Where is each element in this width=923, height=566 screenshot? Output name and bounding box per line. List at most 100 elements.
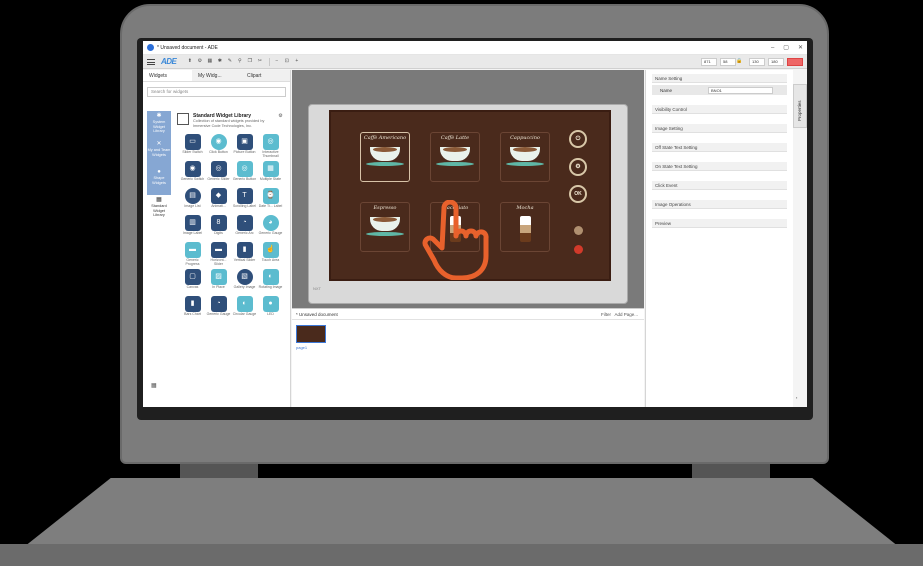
- category-standard[interactable]: ▦ Standard Widget Library: [147, 195, 171, 223]
- coffee-cappuccino[interactable]: Cappuccino: [500, 132, 550, 182]
- y-field[interactable]: 58: [720, 57, 736, 66]
- widget-item[interactable]: ● LED: [258, 296, 283, 320]
- widget-item[interactable]: ▤ Image List: [180, 188, 205, 212]
- maximize-button[interactable]: ▢: [783, 44, 789, 51]
- window-title: * Unsaved document - ADE: [157, 44, 218, 51]
- widget-item[interactable]: ▭ Slider Switch: [180, 134, 205, 158]
- widget-item[interactable]: ◉ Generic Switch: [180, 161, 205, 185]
- settings-icon[interactable]: ⚙: [196, 58, 203, 65]
- widget-item[interactable]: ▣ Picture Button: [232, 134, 257, 158]
- lock-icon[interactable]: 🔒: [736, 58, 743, 65]
- close-button[interactable]: ✕: [798, 44, 803, 51]
- category-system[interactable]: ✱ System Widget Library: [147, 111, 171, 139]
- tab-my-widgets[interactable]: My Widg...: [192, 70, 241, 81]
- widget-label: In Place: [212, 285, 225, 289]
- section-visibility[interactable]: Visibility Control: [652, 105, 787, 114]
- widget-item[interactable]: ◎ Interactive Thumbnail: [258, 134, 283, 158]
- coffee-espresso[interactable]: Espresso: [360, 202, 410, 252]
- bug-icon[interactable]: ✱: [216, 58, 223, 65]
- cup-icon: [440, 147, 470, 161]
- hamburger-menu-icon[interactable]: [147, 58, 155, 65]
- copy-icon[interactable]: ❐: [246, 58, 253, 65]
- widget-item[interactable]: ⌚ Date Ti... Label: [258, 188, 283, 212]
- section-name-setting[interactable]: Name Setting: [652, 74, 787, 83]
- widget-item[interactable]: ◎ Generic Button: [232, 161, 257, 185]
- widget-item[interactable]: T Scrolling Label: [232, 188, 257, 212]
- zoom-in-icon[interactable]: +: [293, 58, 300, 65]
- widget-item[interactable]: ◔ Generic Arc: [232, 215, 257, 239]
- category-shapes[interactable]: ● Shape Widgets: [147, 167, 171, 195]
- section-preview[interactable]: Preview: [652, 219, 787, 228]
- widget-icon: ◆: [210, 188, 227, 204]
- widget-label: Image Label: [182, 231, 203, 235]
- widget-label: Generic Switch: [180, 177, 205, 181]
- tab-clipart[interactable]: Clipart: [241, 70, 290, 81]
- coffee-latte[interactable]: Caffè Latte: [430, 132, 480, 182]
- widget-item[interactable]: ▬ Generic Progress: [180, 242, 205, 266]
- widget-panel: Widgets My Widg... Clipart Search for wi…: [143, 70, 291, 407]
- page-thumbnail[interactable]: [296, 325, 326, 343]
- export-icon[interactable]: ⬆: [186, 58, 193, 65]
- widget-item[interactable]: ◆ Animati...: [206, 188, 231, 212]
- wrench-icon[interactable]: ✎: [226, 58, 233, 65]
- section-off-text[interactable]: Off State Text Setting: [652, 143, 787, 152]
- widget-item[interactable]: ☝ Touch Area: [258, 242, 283, 266]
- panel-grid-icon[interactable]: ▦: [151, 382, 157, 389]
- cut-icon[interactable]: ✂: [256, 58, 263, 65]
- library-icon: ▦: [156, 197, 162, 203]
- width-field[interactable]: 130: [749, 57, 765, 66]
- widget-item[interactable]: ▬ Horizont... Slider: [206, 242, 231, 266]
- widget-icon: ▨: [210, 269, 227, 285]
- widget-item[interactable]: ◕ Generic Gauge: [258, 215, 283, 239]
- widget-item[interactable]: ◐ Circular Gauge: [232, 296, 257, 320]
- section-image-ops[interactable]: Image Operations: [652, 200, 787, 209]
- tab-widgets[interactable]: Widgets: [143, 70, 192, 81]
- widget-item[interactable]: ◎ Generic Slider: [206, 161, 231, 185]
- widget-item[interactable]: ▥ Image Label: [180, 215, 205, 239]
- pin-icon[interactable]: ⚲: [236, 58, 243, 65]
- x-field[interactable]: 871: [701, 57, 717, 66]
- section-click-event[interactable]: Click Event: [652, 181, 787, 190]
- page-label[interactable]: page1: [296, 345, 307, 350]
- widget-icon: ▧: [236, 269, 253, 285]
- color-swatch[interactable]: [787, 57, 803, 66]
- widget-item[interactable]: ◉ Click Button: [206, 134, 231, 158]
- gear-icon[interactable]: ⚙: [569, 158, 587, 176]
- widget-item[interactable]: ▮ Bars Chart: [180, 296, 205, 320]
- coffee-americano[interactable]: Caffè Americano: [360, 132, 410, 182]
- widget-item[interactable]: ▨ In Place: [206, 269, 231, 293]
- name-field[interactable]: BNO1: [708, 86, 774, 94]
- zoom-fit-icon[interactable]: ⊡: [283, 58, 290, 65]
- filter-button[interactable]: Filter: [601, 312, 611, 317]
- coffee-mocha[interactable]: Mocha: [500, 202, 550, 252]
- library-settings-icon[interactable]: ⚙: [277, 113, 284, 120]
- widget-item[interactable]: ▦ Multiple State: [258, 161, 283, 185]
- widget-label: Scrolling Label: [233, 204, 256, 208]
- add-page-button[interactable]: Add Page...: [614, 312, 638, 317]
- widget-search-input[interactable]: Search for widgets: [147, 87, 286, 97]
- widget-item[interactable]: ▮ Vertical Slider: [232, 242, 257, 266]
- widget-icon: ◉: [184, 161, 201, 177]
- power-icon[interactable]: ⏻: [569, 130, 587, 148]
- height-field[interactable]: 180: [768, 57, 784, 66]
- widget-item[interactable]: ◔ Generic Gauge: [206, 296, 231, 320]
- widget-item[interactable]: ▢ Canvas: [180, 269, 205, 293]
- widget-icon: ▢: [184, 269, 201, 285]
- zoom-out-icon[interactable]: −: [273, 58, 280, 65]
- properties-side-tab[interactable]: Properties: [793, 84, 807, 128]
- app-logo: ADE: [161, 57, 177, 66]
- minimize-button[interactable]: –: [771, 45, 774, 51]
- widget-icon: ▮: [236, 242, 253, 258]
- widget-item[interactable]: 8 Digits: [206, 215, 231, 239]
- section-image-setting[interactable]: Image Setting: [652, 124, 787, 133]
- cup-icon: [370, 217, 400, 231]
- widget-item[interactable]: ◐ Rotating Image: [258, 269, 283, 293]
- design-canvas[interactable]: Caffè Americano Caffè Latte Cappuccino E…: [292, 70, 644, 308]
- widget-item[interactable]: ▧ Gallery Image: [232, 269, 257, 293]
- brown-indicator: [574, 226, 583, 235]
- category-my-team[interactable]: ✕ My and Team Widgets: [147, 139, 171, 167]
- grid-icon[interactable]: ▦: [206, 58, 213, 65]
- ok-button[interactable]: OK: [569, 185, 587, 203]
- section-on-text[interactable]: On State Text Setting: [652, 162, 787, 171]
- scroll-indicator-icon[interactable]: ▪: [796, 395, 797, 400]
